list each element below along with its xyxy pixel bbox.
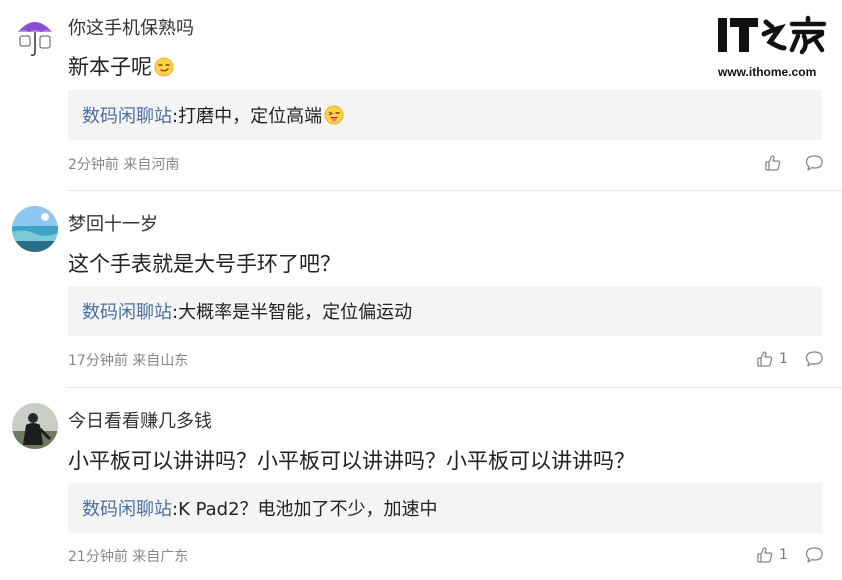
like-button[interactable]: 1 — [756, 544, 788, 566]
speech-bubble-icon — [805, 155, 823, 171]
ithome-logo: www.ithome.com — [718, 12, 830, 82]
reply-text: :打磨中，定位高端 — [172, 106, 323, 127]
author-reply: 数码闲聊站:大概率是半智能，定位偏运动 — [68, 286, 822, 336]
comment-content: 小平板可以讲讲吗？小平板可以讲讲吗？小平板可以讲讲吗？ — [68, 445, 635, 475]
avatar[interactable] — [12, 12, 58, 58]
like-button[interactable] — [764, 152, 787, 174]
seaside-avatar-icon — [12, 206, 58, 252]
comment-meta: 17分钟前 来自山东 — [68, 350, 188, 370]
comment-text: 这个手表就是大号手环了吧？ — [68, 252, 341, 276]
reply-author-name[interactable]: 数码闲聊站 — [82, 302, 172, 323]
like-button[interactable]: 1 — [756, 348, 788, 370]
comment-content: 新本子呢 — [68, 51, 174, 81]
thumbs-up-icon — [765, 155, 781, 171]
avatar[interactable] — [12, 403, 58, 449]
comment-text: 小平板可以讲讲吗？小平板可以讲讲吗？小平板可以讲讲吗？ — [68, 449, 635, 473]
reply-button[interactable] — [805, 348, 824, 370]
thumbs-up-icon — [757, 351, 773, 367]
reply-text: :K Pad2？电池加了不少，加速中 — [172, 499, 438, 520]
wink-tongue-emoji-icon — [324, 105, 344, 125]
reply-author-name[interactable]: 数码闲聊站 — [82, 499, 172, 520]
comment-time: 21分钟前 — [68, 549, 128, 565]
comment-username[interactable]: 今日看看赚几多钱 — [68, 407, 212, 433]
author-reply: 数码闲聊站:K Pad2？电池加了不少，加速中 — [68, 483, 822, 533]
reply-button[interactable] — [805, 544, 824, 566]
comment-text: 新本子呢 — [68, 55, 152, 79]
person-photo-avatar-icon — [12, 403, 58, 449]
comment-actions: 1 — [750, 544, 823, 566]
avatar[interactable] — [12, 206, 58, 252]
comment-location: 来自河南 — [123, 157, 180, 173]
comment-meta: 21分钟前 来自广东 — [68, 546, 188, 566]
purple-umbrella-avatar-icon — [12, 12, 58, 58]
comment-username[interactable]: 你这手机保熟吗 — [68, 14, 194, 40]
thumbs-up-icon — [757, 547, 773, 563]
speech-bubble-icon — [805, 547, 823, 563]
reply-author-name[interactable]: 数码闲聊站 — [82, 106, 172, 127]
author-reply: 数码闲聊站:打磨中，定位高端 — [68, 90, 822, 140]
comment-username[interactable]: 梦回十一岁 — [68, 210, 158, 236]
like-count: 1 — [779, 351, 788, 367]
like-count: 1 — [779, 547, 788, 563]
reply-button[interactable] — [805, 152, 824, 174]
comment-actions: 1 — [750, 348, 823, 370]
comment-content: 这个手表就是大号手环了吧？ — [68, 248, 341, 278]
comment-time: 2分钟前 — [68, 157, 119, 173]
smirk-emoji-icon — [154, 57, 174, 77]
ithome-logo-mark — [718, 15, 827, 55]
reply-text: :大概率是半智能，定位偏运动 — [172, 302, 413, 323]
speech-bubble-icon — [805, 351, 823, 367]
comment-location: 来自广东 — [132, 549, 189, 565]
comment-meta: 2分钟前 来自河南 — [68, 154, 179, 174]
comment-time: 17分钟前 — [68, 353, 128, 369]
comment-actions — [750, 152, 823, 174]
comment-divider — [68, 387, 842, 388]
comment-location: 来自山东 — [132, 353, 189, 369]
comment-divider — [68, 190, 842, 191]
site-url[interactable]: www.ithome.com — [718, 65, 816, 79]
